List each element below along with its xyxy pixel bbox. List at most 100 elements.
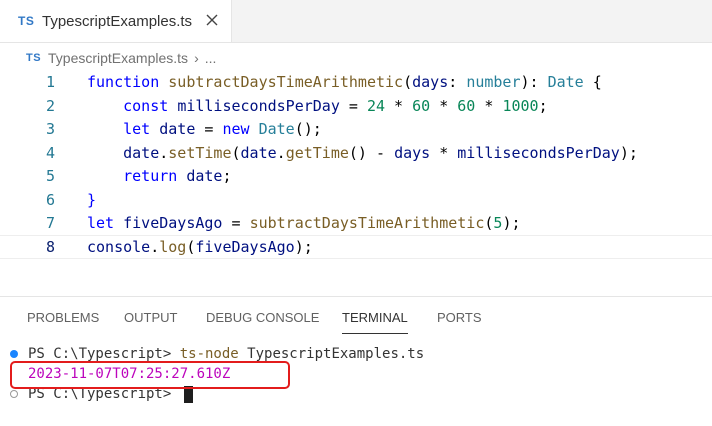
code-token: .	[276, 143, 286, 162]
terminal-command-args: TypescriptExamples.ts	[238, 346, 425, 362]
code-token: millisecondsPerDay	[177, 96, 340, 115]
tab-title: TypescriptExamples.ts	[42, 12, 193, 30]
code-text: console.log(fiveDaysAgo);	[87, 238, 313, 256]
code-token: *	[385, 96, 413, 115]
code-token: (	[231, 143, 241, 162]
code-token: date	[123, 143, 160, 162]
tab-ports[interactable]: PORTS	[437, 300, 482, 336]
code-token: ();	[294, 120, 322, 138]
close-icon[interactable]	[203, 11, 221, 29]
code-token: let	[87, 214, 115, 232]
code-line[interactable]: 4 date.setTime(date.getTime() - days * m…	[0, 141, 712, 165]
code-token: log	[159, 237, 187, 256]
code-token: console	[87, 237, 151, 256]
code-line[interactable]: 8 console.log(fiveDaysAgo);	[0, 234, 712, 259]
code-token: Date	[258, 120, 295, 138]
code-token: () -	[348, 143, 395, 162]
line-number: 1	[45, 73, 55, 91]
code-token: return	[123, 167, 178, 185]
code-token: date	[240, 143, 277, 162]
code-line[interactable]: 5 return date;	[0, 164, 712, 188]
typescript-file-icon: TS	[18, 14, 35, 28]
code-line[interactable]: 6}	[0, 188, 712, 212]
code-token: const	[123, 96, 169, 115]
tab-problems[interactable]: PROBLEMS	[27, 300, 99, 336]
code-token: 60	[457, 96, 476, 115]
command-pending-dot-icon	[10, 390, 18, 398]
line-number: 8	[45, 237, 55, 256]
code-text: function subtractDaysTimeArithmetic(days…	[87, 73, 602, 91]
code-text: }	[87, 191, 96, 209]
code-line[interactable]: 7 let fiveDaysAgo = subtractDaysTimeArith…	[0, 211, 712, 235]
code-token: ):	[520, 73, 548, 91]
code-token: setTime	[168, 143, 232, 162]
code-token: );	[294, 237, 313, 256]
code-token: =	[339, 96, 367, 115]
line-number: 6	[45, 190, 55, 209]
code-token: days	[394, 143, 431, 162]
code-text: date.setTime(date.getTime() - days * mil…	[87, 144, 638, 162]
terminal-prompt: PS C:\Typescript>	[28, 346, 180, 362]
code-token: :	[448, 73, 467, 91]
code-token: =	[222, 214, 250, 232]
breadcrumb-file[interactable]: TypescriptExamples.ts	[48, 50, 188, 66]
code-token: =	[195, 120, 223, 138]
typescript-file-icon: TS	[26, 52, 42, 64]
code-token: new	[222, 120, 250, 138]
code-token: (	[403, 73, 413, 91]
line-number: 2	[45, 96, 55, 115]
code-token: days	[412, 73, 449, 91]
code-token: subtractDaysTimeArithmetic	[249, 214, 485, 232]
code-token: );	[502, 214, 521, 232]
code-token: .	[150, 237, 160, 256]
tab-output[interactable]: OUTPUT	[124, 300, 177, 336]
code-token: subtractDaysTimeArithmetic	[168, 73, 404, 91]
code-token: 24	[366, 96, 386, 115]
code-token: millisecondsPerDay	[457, 143, 620, 162]
line-number: 5	[45, 167, 55, 185]
code-token: *	[430, 143, 458, 162]
editor-tab-bar: TS TypescriptExamples.ts	[0, 0, 712, 43]
code-token: ;	[538, 96, 548, 115]
code-token: let	[123, 120, 151, 138]
line-number: 7	[45, 214, 55, 232]
code-token: );	[619, 143, 638, 162]
code-line[interactable]: 3 let date = new Date();	[0, 117, 712, 141]
code-text: let fiveDaysAgo = subtractDaysTimeArithm…	[87, 214, 521, 232]
code-token: {	[583, 73, 602, 91]
code-token: 1000	[502, 96, 539, 115]
panel-tabs: PROBLEMS OUTPUT DEBUG CONSOLE TERMINAL PORTS	[0, 300, 712, 336]
breadcrumb-more[interactable]: ...	[205, 50, 217, 66]
output-highlight-box	[10, 361, 290, 389]
code-token: fiveDaysAgo	[123, 214, 223, 232]
code-line[interactable]: 2 const millisecondsPerDay = 24 * 60 * 6…	[0, 94, 712, 118]
code-token: date	[186, 167, 223, 185]
code-editor[interactable]: 1 function subtractDaysTimeArithmetic(day…	[0, 70, 712, 260]
line-number: 4	[45, 143, 55, 162]
code-token: fiveDaysAgo	[195, 237, 295, 256]
code-text: let date = new Date();	[87, 120, 322, 138]
code-token: *	[475, 96, 503, 115]
code-token: number	[466, 73, 521, 91]
line-number: 3	[45, 120, 55, 138]
tab-terminal[interactable]: TERMINAL	[342, 300, 408, 336]
editor-tab[interactable]: TS TypescriptExamples.ts	[0, 0, 232, 42]
code-token: *	[430, 96, 458, 115]
terminal-command: ts-node	[179, 346, 239, 362]
panel-divider	[0, 296, 712, 297]
command-success-dot-icon[interactable]	[10, 350, 18, 358]
code-line[interactable]: 1 function subtractDaysTimeArithmetic(day…	[0, 70, 712, 94]
breadcrumb[interactable]: TS TypescriptExamples.ts › ...	[26, 47, 216, 69]
code-token: ;	[222, 167, 232, 185]
tab-debug-console[interactable]: DEBUG CONSOLE	[206, 300, 319, 336]
